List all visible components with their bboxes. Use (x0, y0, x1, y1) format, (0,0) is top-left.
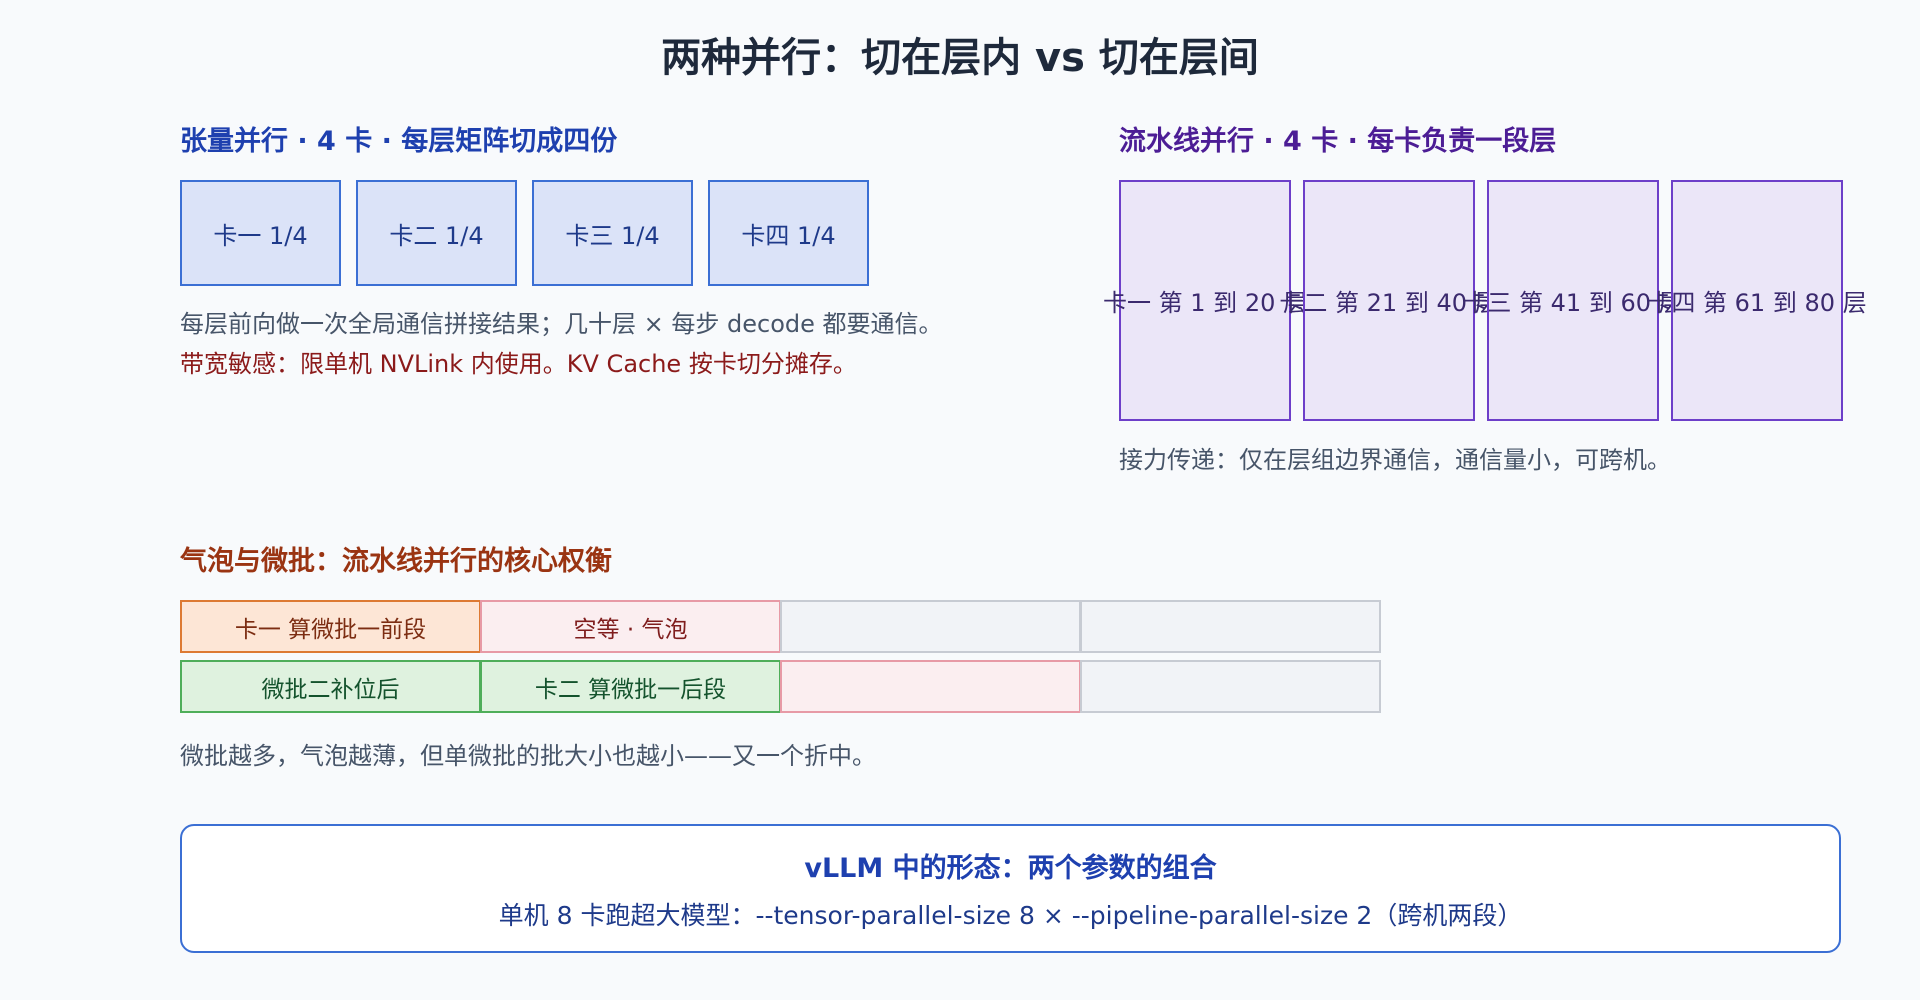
bubble-cell-r1-c1: 卡一 算微批一前段 (180, 600, 481, 653)
pipeline-card-1: 卡一 第 1 到 20 层 (1103, 180, 1307, 421)
bubble-cell-r1-c2: 空等 · 气泡 (480, 600, 781, 653)
pipeline-card-3: 卡三 第 41 到 60 层 (1463, 180, 1683, 421)
vllm-body: 单机 8 卡跑超大模型：--tensor-parallel-size 8 × -… (498, 901, 1523, 930)
bubble-cell-r2-c2: 卡二 算微批一后段 (480, 660, 781, 713)
bubble-cell-r2-c1: 微批二补位后 (180, 660, 481, 713)
pipeline-parallel-note: 接力传递：仅在层组边界通信，通信量小，可跨机。 (1119, 446, 1671, 474)
pipeline-card-2: 卡二 第 21 到 40 层 (1279, 180, 1499, 421)
tensor-parallel-warning: 带宽敏感：限单机 NVLink 内使用。KV Cache 按卡切分摊存。 (180, 350, 857, 378)
tensor-card-1: 卡一 1/4 (180, 180, 341, 286)
vllm-title: vLLM 中的形态：两个参数的组合 (804, 853, 1217, 884)
pipeline-parallel-heading: 流水线并行 · 4 卡 · 每卡负责一段层 (1119, 126, 1557, 157)
page-title: 两种并行：切在层内 vs 切在层间 (661, 35, 1259, 81)
bubble-cell-r2-c3 (780, 660, 1081, 713)
bubble-heading: 气泡与微批：流水线并行的核心权衡 (180, 546, 612, 577)
bubble-note: 微批越多，气泡越薄，但单微批的批大小也越小——又一个折中。 (180, 742, 876, 770)
tensor-card-3: 卡三 1/4 (532, 180, 693, 286)
tensor-card-2: 卡二 1/4 (356, 180, 517, 286)
bubble-cell-r1-c3 (780, 600, 1081, 653)
tensor-card-4: 卡四 1/4 (708, 180, 869, 286)
bubble-cell-r2-c4 (1080, 660, 1381, 713)
pipeline-card-4: 卡四 第 61 到 80 层 (1647, 180, 1867, 421)
bubble-cell-r1-c4 (1080, 600, 1381, 653)
tensor-parallel-note: 每层前向做一次全局通信拼接结果；几十层 × 每步 decode 都要通信。 (180, 310, 943, 338)
vllm-summary-box: vLLM 中的形态：两个参数的组合 单机 8 卡跑超大模型：--tensor-p… (180, 824, 1841, 953)
tensor-parallel-heading: 张量并行 · 4 卡 · 每层矩阵切成四份 (180, 126, 618, 157)
